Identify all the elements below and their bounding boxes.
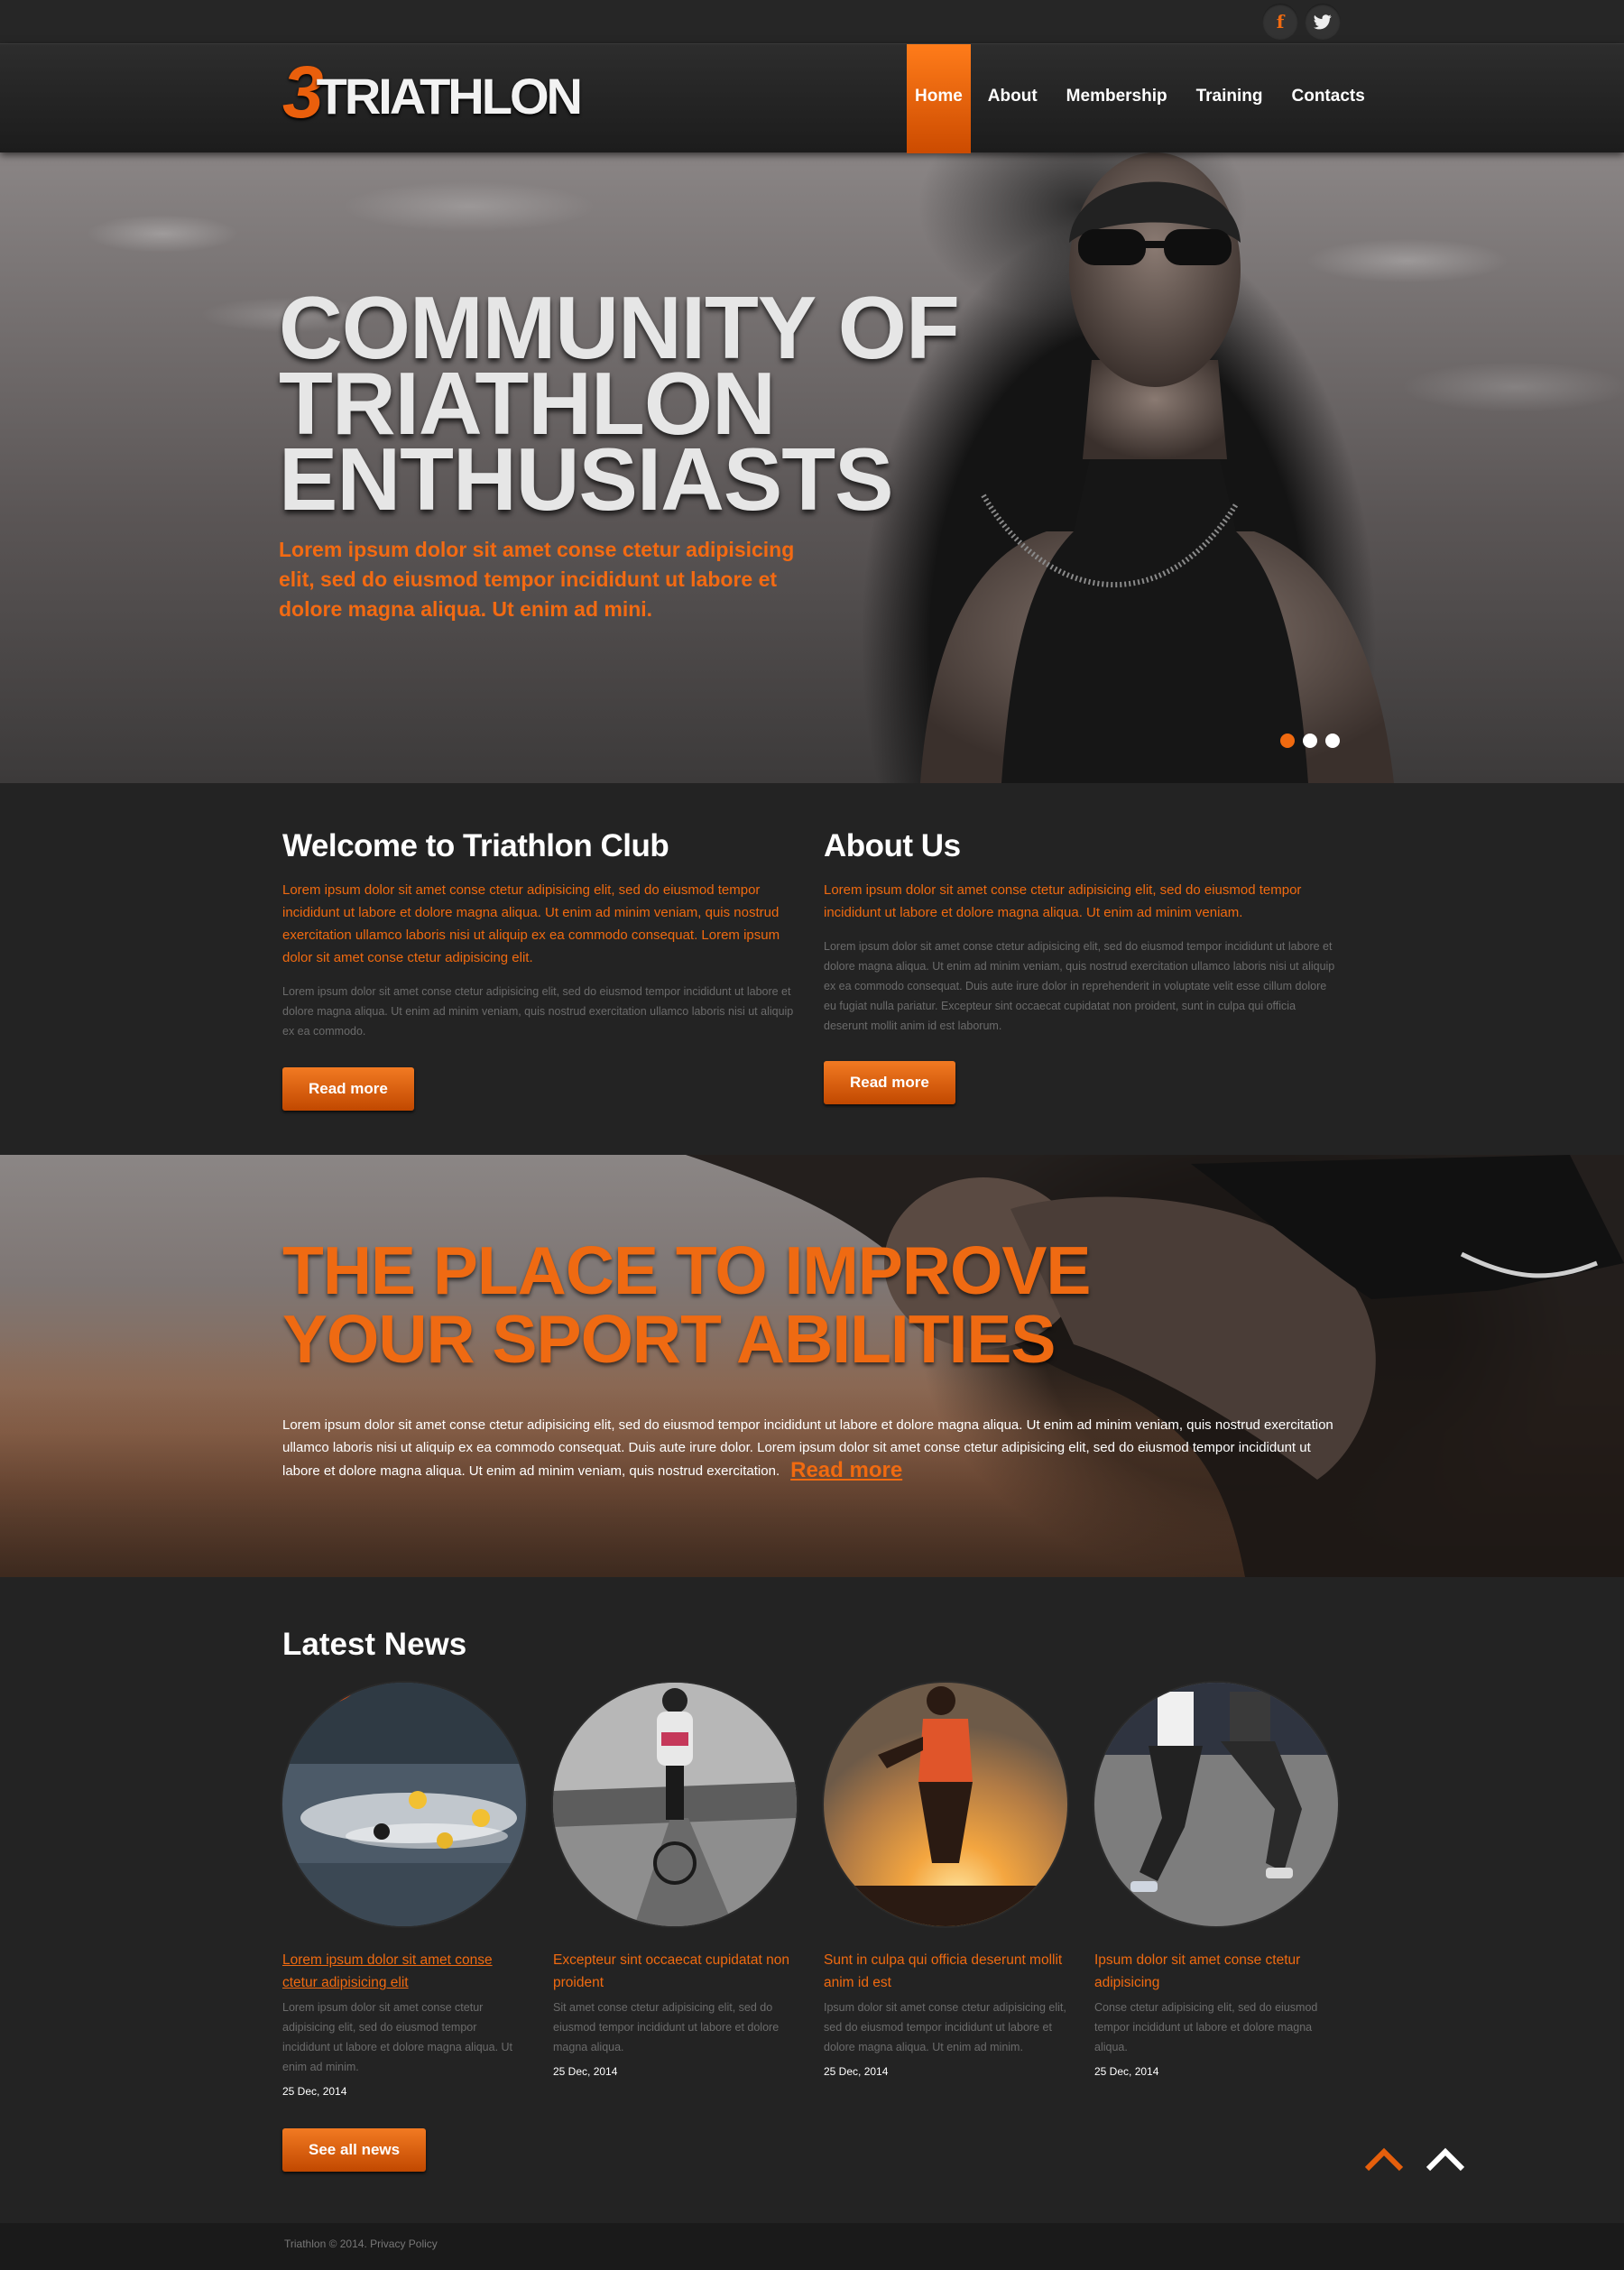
slider-dot-1[interactable] — [1280, 734, 1295, 748]
nav-item-about[interactable]: About — [976, 44, 1049, 153]
welcome-block: Welcome to Triathlon Club Lorem ipsum do… — [282, 828, 797, 1111]
news-image-runners-race[interactable] — [1094, 1683, 1338, 1926]
site-logo[interactable]: 3 TRIATHLON — [282, 51, 583, 134]
slider-dot-3[interactable] — [1325, 734, 1340, 748]
news-date: 25 Dec, 2014 — [824, 2065, 889, 2078]
news-excerpt: Sit amet conse ctetur adipisicing elit, … — [553, 2001, 780, 2053]
about-body: Lorem ipsum dolor sit amet conse ctetur … — [824, 940, 1335, 1032]
improve-title: THE PLACE TO IMPROVE YOUR SPORT ABILITIE… — [282, 1232, 1091, 1377]
facebook-glyph: f — [1276, 11, 1285, 32]
about-block: About Us Lorem ipsum dolor sit amet cons… — [824, 828, 1338, 1104]
social-links: f — [1262, 4, 1341, 40]
privacy-policy-link[interactable]: Privacy Policy — [370, 2238, 438, 2250]
latest-news-section: Latest News Lorem ipsum dolor sit amet c… — [0, 1577, 1624, 2225]
news-image-cyclist[interactable] — [553, 1683, 797, 1926]
hero-slider: COMMUNITY OF TRIATHLON ENTHUSIASTS Lorem… — [0, 152, 1624, 783]
improve-read-more-link[interactable]: Read more — [790, 1458, 902, 1482]
improve-body: Lorem ipsum dolor sit amet conse ctetur … — [282, 1414, 1338, 1482]
site-header: 3 TRIATHLON Home About Membership Traini… — [0, 43, 1624, 153]
twitter-bird-icon — [1314, 14, 1332, 29]
main-nav: Home About Membership Training Contacts — [907, 44, 1382, 153]
top-bar: f — [0, 0, 1624, 43]
chevron-up-orange-icon[interactable] — [1363, 2145, 1405, 2173]
about-read-more-button[interactable]: Read more — [824, 1061, 955, 1104]
footer-copyright: Triathlon © 2014. — [284, 2238, 367, 2250]
news-image-swimmers[interactable] — [282, 1683, 526, 1926]
about-lead: Lorem ipsum dolor sit amet conse ctetur … — [824, 882, 1302, 920]
nav-item-membership[interactable]: Membership — [1055, 44, 1179, 153]
site-footer: Triathlon © 2014. Privacy Policy — [0, 2223, 1624, 2270]
welcome-read-more-button[interactable]: Read more — [282, 1067, 414, 1111]
slider-pagination — [1280, 734, 1340, 748]
hero-title: COMMUNITY OF TRIATHLON ENTHUSIASTS — [279, 278, 960, 529]
news-date: 25 Dec, 2014 — [1094, 2065, 1159, 2078]
improve-banner: THE PLACE TO IMPROVE YOUR SPORT ABILITIE… — [0, 1155, 1624, 1577]
news-date: 25 Dec, 2014 — [553, 2065, 618, 2078]
see-all-news-button[interactable]: See all news — [282, 2128, 427, 2172]
news-item: Excepteur sint occaecat cupidatat non pr… — [553, 1683, 797, 2098]
news-item: Ipsum dolor sit amet conse ctetur adipis… — [1094, 1683, 1338, 2098]
news-excerpt: Conse ctetur adipisicing elit, sed do ei… — [1094, 2001, 1318, 2053]
news-excerpt: Ipsum dolor sit amet conse ctetur adipis… — [824, 2001, 1066, 2053]
news-item: Lorem ipsum dolor sit amet conse ctetur … — [282, 1683, 526, 2098]
slider-dot-2[interactable] — [1303, 734, 1317, 748]
welcome-title: Welcome to Triathlon Club — [282, 828, 669, 863]
news-headline[interactable]: Ipsum dolor sit amet conse ctetur adipis… — [1094, 1949, 1338, 1994]
news-excerpt: Lorem ipsum dolor sit amet conse ctetur … — [282, 2001, 513, 2073]
twitter-icon[interactable] — [1305, 4, 1341, 40]
intro-section: Welcome to Triathlon Club Lorem ipsum do… — [0, 783, 1624, 1155]
about-title: About Us — [824, 828, 961, 863]
footer-text: Triathlon © 2014. Privacy Policy — [284, 2238, 438, 2250]
news-headline[interactable]: Sunt in culpa qui officia deserunt molli… — [824, 1949, 1067, 1994]
hero-subtitle: Lorem ipsum dolor sit amet conse ctetur … — [279, 538, 795, 621]
hero-text: COMMUNITY OF TRIATHLON ENTHUSIASTS Lorem… — [279, 278, 960, 624]
logo-number: 3 — [282, 51, 324, 134]
news-headline[interactable]: Lorem ipsum dolor sit amet conse ctetur … — [282, 1949, 526, 1994]
facebook-icon[interactable]: f — [1262, 4, 1298, 40]
news-section-title: Latest News — [282, 1627, 467, 1662]
logo-text: TRIATHLON — [316, 68, 583, 125]
nav-item-contacts[interactable]: Contacts — [1280, 44, 1377, 153]
welcome-lead: Lorem ipsum dolor sit amet conse ctetur … — [282, 882, 780, 965]
news-headline[interactable]: Excepteur sint occaecat cupidatat non pr… — [553, 1949, 797, 1994]
nav-item-training[interactable]: Training — [1185, 44, 1275, 153]
news-date: 25 Dec, 2014 — [282, 2085, 347, 2098]
chevron-up-white-icon[interactable] — [1425, 2145, 1466, 2173]
welcome-body: Lorem ipsum dolor sit amet conse ctetur … — [282, 985, 794, 1038]
nav-item-home[interactable]: Home — [907, 44, 971, 153]
news-grid: Lorem ipsum dolor sit amet conse ctetur … — [282, 1683, 1338, 2098]
news-item: Sunt in culpa qui officia deserunt molli… — [824, 1683, 1067, 2098]
scroll-controls — [1363, 2145, 1466, 2173]
news-image-runner-sunset[interactable] — [824, 1683, 1067, 1926]
